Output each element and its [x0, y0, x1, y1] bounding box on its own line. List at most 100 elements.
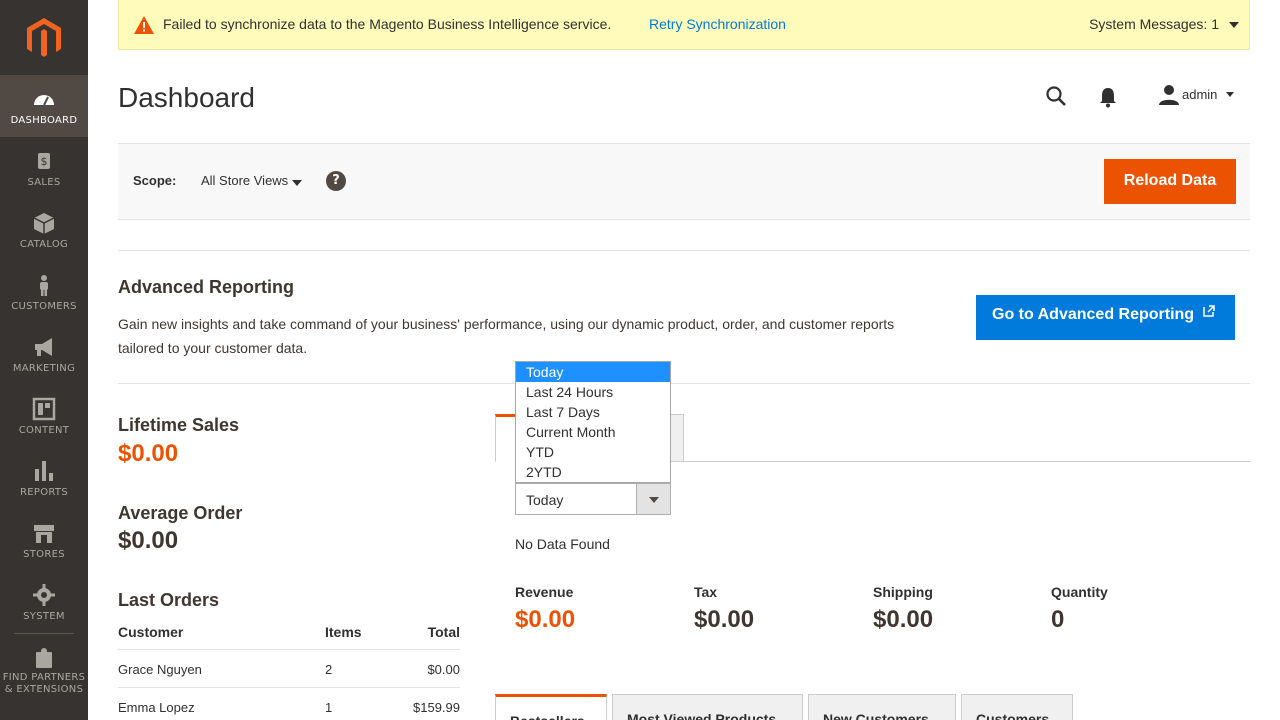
- last-orders-title: Last Orders: [118, 590, 220, 610]
- period-option[interactable]: Today: [516, 362, 670, 382]
- sidebar-item-label: Sales: [27, 177, 61, 188]
- scope-label: Scope:: [133, 173, 177, 188]
- tab-most-viewed-products[interactable]: Most Viewed Products: [612, 694, 803, 720]
- sidebar-item-label: System: [23, 611, 65, 622]
- table-header-row: Customer Items Total: [118, 616, 460, 650]
- order-customer: Grace Nguyen: [118, 662, 202, 677]
- message-text: Failed to synchronize data to the Magent…: [163, 16, 612, 32]
- admin-sidebar: Dashboard $ Sales Catalog Customers Mark…: [0, 0, 88, 720]
- main-content: Failed to synchronize data to the Magent…: [88, 0, 1280, 720]
- page-title: Dashboard: [118, 82, 255, 113]
- tab-customers[interactable]: Customers: [961, 694, 1073, 720]
- sidebar-item-reports[interactable]: Reports: [0, 447, 88, 509]
- tax-value: $0.00: [694, 606, 755, 633]
- sidebar-item-system[interactable]: System: [0, 571, 88, 633]
- layout-icon: [32, 397, 56, 421]
- warning-icon: [134, 16, 154, 34]
- store-view-value: All Store Views: [201, 173, 289, 188]
- divider: [118, 250, 1250, 251]
- period-dropdown-list: Today Last 24 Hours Last 7 Days Current …: [515, 361, 671, 483]
- period-option[interactable]: Last 24 Hours: [516, 382, 670, 402]
- gear-icon: [33, 584, 55, 606]
- revenue-value: $0.00: [515, 606, 576, 633]
- divider: [118, 383, 1250, 384]
- shipping-total: Shipping $0.00: [873, 584, 933, 634]
- period-option[interactable]: Current Month: [516, 422, 670, 442]
- no-data-message: No Data Found: [515, 536, 610, 552]
- sidebar-item-customers[interactable]: Customers: [0, 261, 88, 323]
- sidebar-divider: [14, 633, 74, 634]
- table-row[interactable]: Grace Nguyen 2 $0.00: [118, 650, 460, 688]
- shipping-label: Shipping: [873, 584, 933, 600]
- sidebar-item-dashboard[interactable]: Dashboard: [0, 75, 88, 137]
- magento-logo-icon[interactable]: [24, 16, 64, 60]
- sidebar-item-label: Reports: [20, 487, 68, 498]
- chevron-down-icon[interactable]: [1226, 92, 1234, 97]
- puzzle-icon: [36, 648, 52, 668]
- reload-data-button[interactable]: Reload Data: [1104, 159, 1236, 204]
- last-orders-table: Customer Items Total Grace Nguyen 2 $0.0…: [118, 616, 460, 720]
- lifetime-sales-value: $0.00: [118, 440, 179, 467]
- tax-total: Tax $0.00: [694, 584, 754, 634]
- sidebar-item-content[interactable]: Content: [0, 385, 88, 447]
- scope-bar: Scope: All Store Views ? Reload Data: [118, 143, 1250, 220]
- revenue-total: Revenue $0.00: [515, 584, 575, 634]
- sidebar-item-label: Dashboard: [10, 115, 78, 126]
- sidebar-item-label: Stores: [23, 549, 65, 560]
- period-option[interactable]: 2YTD: [516, 462, 670, 482]
- order-items: 1: [325, 700, 333, 715]
- bell-icon[interactable]: [1098, 86, 1118, 108]
- order-total: $0.00: [427, 662, 460, 677]
- sidebar-item-partners[interactable]: Find Partners & Extensions: [0, 640, 88, 702]
- search-icon[interactable]: [1044, 84, 1068, 108]
- go-to-advanced-reporting-button[interactable]: Go to Advanced Reporting: [976, 295, 1235, 340]
- order-items: 2: [325, 662, 333, 677]
- username[interactable]: admin: [1182, 87, 1217, 102]
- sidebar-item-catalog[interactable]: Catalog: [0, 199, 88, 261]
- sidebar-item-sales[interactable]: $ Sales: [0, 137, 88, 199]
- sidebar-item-label: Content: [18, 425, 70, 436]
- period-select[interactable]: Today: [515, 483, 671, 515]
- lifetime-sales-label: Lifetime Sales: [118, 415, 240, 435]
- sidebar-item-stores[interactable]: Stores: [0, 509, 88, 571]
- period-option[interactable]: YTD: [516, 442, 670, 462]
- header-actions: admin: [1030, 78, 1250, 112]
- store-view-switcher[interactable]: All Store Views: [184, 163, 318, 199]
- chevron-down-icon[interactable]: [1229, 22, 1239, 28]
- tab-new-customers[interactable]: New Customers: [808, 694, 956, 720]
- sidebar-item-marketing[interactable]: Marketing: [0, 323, 88, 385]
- dashboard-icon: [34, 95, 54, 106]
- chevron-down-icon[interactable]: [636, 484, 670, 514]
- retry-sync-link[interactable]: Retry Synchronization: [649, 16, 786, 32]
- user-icon[interactable]: [1158, 84, 1180, 106]
- sidebar-item-label: Marketing: [12, 363, 76, 374]
- system-messages-toggle[interactable]: System Messages: 1: [1089, 16, 1219, 32]
- advanced-reporting-title: Advanced Reporting: [118, 277, 295, 297]
- order-customer: Emma Lopez: [118, 700, 195, 715]
- box-icon: [33, 213, 55, 234]
- svg-text:$: $: [41, 155, 48, 168]
- sidebar-item-label: Catalog: [19, 239, 69, 250]
- revenue-label: Revenue: [515, 584, 574, 600]
- order-total: $159.99: [413, 700, 460, 715]
- tax-label: Tax: [694, 584, 718, 600]
- table-row[interactable]: Emma Lopez 1 $159.99: [118, 688, 460, 720]
- help-icon[interactable]: ?: [326, 171, 346, 191]
- megaphone-icon: [35, 338, 52, 356]
- advanced-reporting-button-label: Go to Advanced Reporting: [992, 306, 1195, 323]
- period-option[interactable]: Last 7 Days: [516, 402, 670, 422]
- person-icon: [40, 275, 48, 296]
- column-header-items: Items: [325, 624, 362, 640]
- quantity-total: Quantity 0: [1051, 584, 1108, 634]
- chevron-down-icon: [292, 180, 302, 186]
- sidebar-item-label: Find Partners & Extensions: [2, 672, 86, 695]
- column-header-customer: Customer: [118, 624, 184, 640]
- sidebar-item-label: Customers: [11, 301, 77, 312]
- grid-tabs: Bestsellers Most Viewed Products New Cus…: [495, 694, 1250, 720]
- tab-bestsellers[interactable]: Bestsellers: [495, 694, 607, 720]
- system-message-bar: Failed to synchronize data to the Magent…: [118, 0, 1250, 50]
- advanced-reporting-description: Gain new insights and take command of yo…: [118, 316, 895, 356]
- average-order-label: Average Order: [118, 503, 243, 523]
- bar-chart-icon: [35, 461, 53, 481]
- quantity-value: 0: [1051, 606, 1065, 633]
